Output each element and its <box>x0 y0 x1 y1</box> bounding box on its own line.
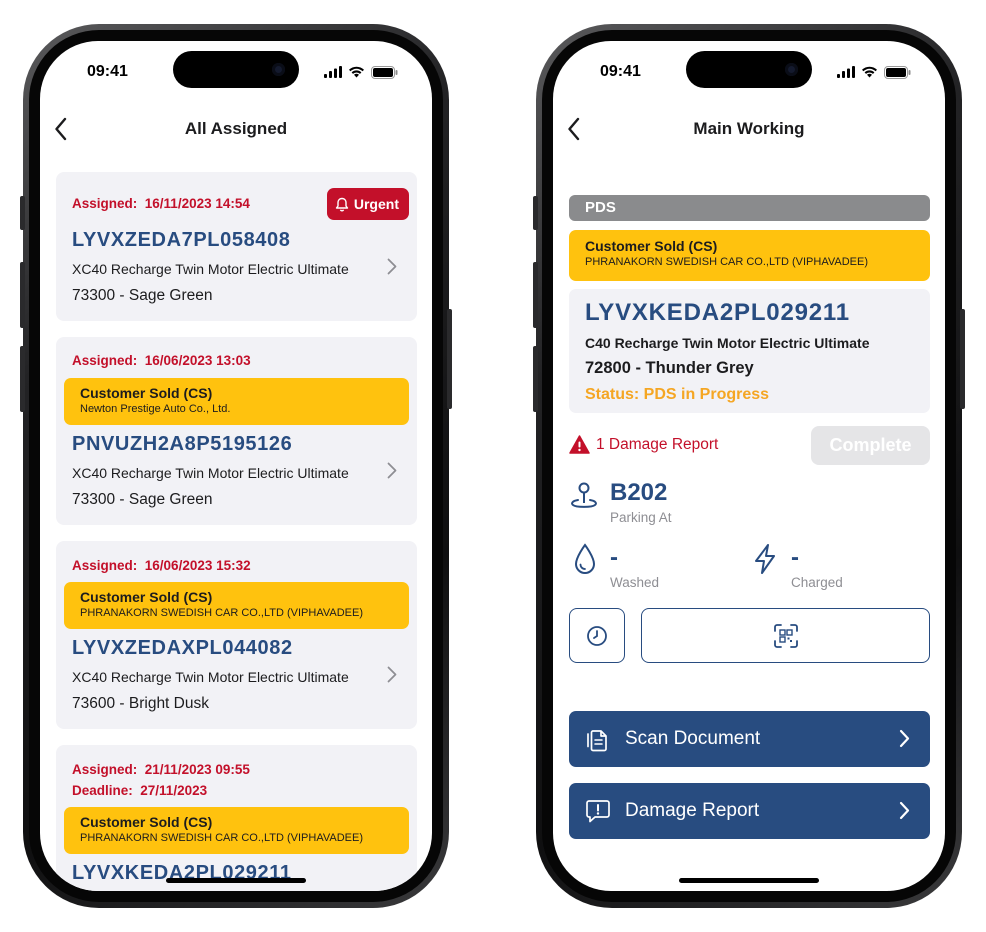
scan-document-label: Scan Document <box>625 728 761 749</box>
wifi-icon <box>862 66 877 78</box>
location-pin-icon <box>571 482 597 508</box>
assigned-date: Assigned: 21/11/2023 09:55 <box>72 762 250 777</box>
customer-type: Customer Sold (CS) <box>80 385 213 401</box>
customer-sold-banner: Customer Sold (CS) Newton Prestige Auto … <box>64 378 409 425</box>
damage-report-button[interactable]: Damage Report <box>569 783 930 839</box>
alert-message-icon <box>586 800 610 823</box>
section-header-pds: PDS <box>569 195 930 221</box>
scan-qr-button[interactable] <box>641 608 930 663</box>
warning-triangle-icon <box>569 435 590 454</box>
history-button[interactable] <box>569 608 625 663</box>
status-icons <box>324 65 398 79</box>
nav-bar: Main Working <box>553 115 945 143</box>
customer-type: Customer Sold (CS) <box>80 589 213 605</box>
phone-volume-up <box>20 262 25 328</box>
phone-volume-down <box>533 346 538 412</box>
complete-button[interactable]: Complete <box>811 426 930 465</box>
work-status: Status: PDS in Progress <box>585 386 770 403</box>
dynamic-island <box>686 51 812 88</box>
parking-label: Parking At <box>610 510 672 525</box>
customer-type: Customer Sold (CS) <box>585 238 718 254</box>
washed-label: Washed <box>610 575 660 590</box>
vehicle-card[interactable]: Assigned: 21/11/2023 09:55 Deadline: 27/… <box>56 745 417 891</box>
chevron-right-icon <box>899 729 910 748</box>
phone-volume-down <box>20 346 25 412</box>
assigned-date: Assigned: 16/06/2023 15:32 <box>72 558 251 573</box>
qr-scan-icon <box>773 623 798 648</box>
assigned-date: Assigned: 16/11/2023 14:54 <box>72 196 250 211</box>
vehicle-color: 73300 - Sage Green <box>72 287 213 304</box>
charged-label: Charged <box>791 575 843 590</box>
dynamic-island <box>173 51 299 88</box>
vin-number: LYVXZEDA7PL058408 <box>72 229 291 251</box>
chevron-right-icon <box>387 666 397 683</box>
scan-document-button[interactable]: Scan Document <box>569 711 930 767</box>
chevron-right-icon <box>899 801 910 820</box>
page-title: Main Working <box>693 119 805 138</box>
customer-sold-banner: Customer Sold (CS) PHRANAKORN SWEDISH CA… <box>569 230 930 281</box>
chevron-right-icon <box>387 462 397 479</box>
customer-type: Customer Sold (CS) <box>80 814 213 830</box>
document-icon <box>587 730 607 752</box>
screen-main-working: 09:41 Main Working PDS Customer Sold (CS… <box>553 41 945 891</box>
status-time: 09:41 <box>87 63 128 80</box>
water-drop-icon <box>574 543 596 574</box>
urgent-badge: Urgent <box>326 188 409 220</box>
damage-report-label: Damage Report <box>625 800 760 821</box>
vehicle-color: 72800 - Thunder Grey <box>585 359 754 377</box>
battery-icon <box>371 65 398 79</box>
vehicle-color: 73300 - Sage Green <box>72 491 213 508</box>
phone-action-button <box>533 196 538 230</box>
vehicle-card[interactable]: Assigned: 16/06/2023 13:03 Customer Sold… <box>56 337 417 525</box>
vin-number: PNVUZH2A8P5195126 <box>72 433 293 455</box>
vin-number: LYVXZEDAXPL044082 <box>72 637 293 659</box>
battery-icon <box>884 65 911 79</box>
home-indicator[interactable] <box>166 878 306 883</box>
dealer-name: Newton Prestige Auto Co., Ltd. <box>80 403 231 415</box>
dealer-name: PHRANAKORN SWEDISH CAR CO.,LTD (VIPHAVAD… <box>80 607 363 619</box>
dealer-name: PHRANAKORN SWEDISH CAR CO.,LTD (VIPHAVAD… <box>585 256 868 268</box>
vin-number: LYVXKEDA2PL029211 <box>585 299 850 326</box>
phone-power-button <box>447 309 452 409</box>
status-icons <box>837 65 911 79</box>
chevron-right-icon <box>387 258 397 275</box>
nav-bar: All Assigned <box>40 115 432 143</box>
lightning-bolt-icon <box>755 544 775 574</box>
assigned-date: Assigned: 16/06/2023 13:03 <box>72 353 251 368</box>
signal-icon <box>324 66 342 78</box>
damage-report-count[interactable]: 1 Damage Report <box>569 435 718 454</box>
signal-icon <box>837 66 855 78</box>
damage-count-text: 1 Damage Report <box>596 435 719 453</box>
phone-left: 09:41 All Assigned Assigned: 16/11/2023 … <box>20 24 452 908</box>
page-title: All Assigned <box>184 119 288 138</box>
vehicle-model: XC40 Recharge Twin Motor Electric Ultima… <box>72 465 349 481</box>
vehicle-color: 73600 - Bright Dusk <box>72 695 209 712</box>
deadline-date: Deadline: 27/11/2023 <box>72 783 208 798</box>
phone-power-button <box>960 309 965 409</box>
phone-right: 09:41 Main Working PDS Customer Sold (CS… <box>533 24 965 908</box>
vehicle-model: C40 Recharge Twin Motor Electric Ultimat… <box>585 335 870 351</box>
customer-sold-banner: Customer Sold (CS) PHRANAKORN SWEDISH CA… <box>64 582 409 629</box>
phone-volume-up <box>533 262 538 328</box>
clock-icon <box>587 625 607 646</box>
parking-value: B202 <box>610 479 668 506</box>
washed-value: - <box>610 544 618 571</box>
vehicle-detail-card: LYVXKEDA2PL029211 C40 Recharge Twin Moto… <box>569 289 930 413</box>
dealer-name: PHRANAKORN SWEDISH CAR CO.,LTD (VIPHAVAD… <box>80 832 363 844</box>
phone-action-button <box>20 196 25 230</box>
vehicle-card[interactable]: Assigned: 16/06/2023 15:32 Customer Sold… <box>56 541 417 729</box>
home-indicator[interactable] <box>679 878 819 883</box>
vehicle-model: XC40 Recharge Twin Motor Electric Ultima… <box>72 261 349 277</box>
screen-all-assigned: 09:41 All Assigned Assigned: 16/11/2023 … <box>40 41 432 891</box>
charged-value: - <box>791 544 799 571</box>
status-time: 09:41 <box>600 63 641 80</box>
vehicle-model: XC40 Recharge Twin Motor Electric Ultima… <box>72 669 349 685</box>
vehicle-card[interactable]: Assigned: 16/11/2023 14:54 Urgent LYVXZE… <box>56 172 417 321</box>
customer-sold-banner: Customer Sold (CS) PHRANAKORN SWEDISH CA… <box>64 807 409 854</box>
bell-icon <box>335 197 349 212</box>
wifi-icon <box>349 66 364 78</box>
